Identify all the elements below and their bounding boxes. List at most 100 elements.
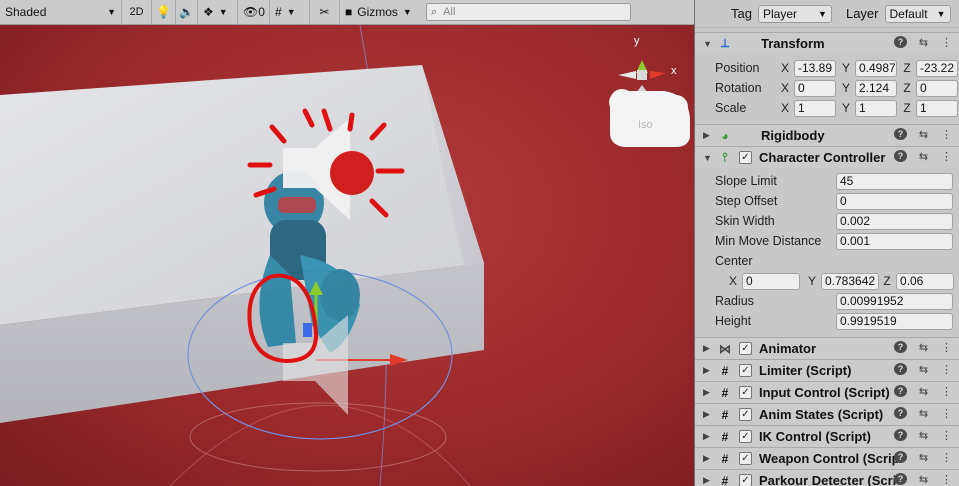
- enabled-checkbox[interactable]: ✓: [739, 342, 752, 355]
- grid-snap-dropdown[interactable]: # ▼: [270, 0, 310, 25]
- foldout-collapsed-icon[interactable]: ▶: [703, 431, 713, 442]
- foldout-collapsed-icon[interactable]: ▶: [703, 453, 713, 464]
- ik-control-script-header[interactable]: ▶ # ✓ IK Control (Script) ? ⇆ ⋮: [695, 425, 959, 447]
- input-control-script-header[interactable]: ▶ # ✓ Input Control (Script) ? ⇆ ⋮: [695, 381, 959, 403]
- presets-icon[interactable]: ⇆: [917, 385, 930, 398]
- scale-row: Scale X 1 Y 1 Z 1: [695, 98, 959, 118]
- center-z-field[interactable]: 0.06: [896, 272, 954, 290]
- presets-icon[interactable]: ⇆: [917, 363, 930, 376]
- rotation-z-field[interactable]: 0: [916, 79, 958, 97]
- help-icon[interactable]: ?: [894, 128, 907, 140]
- foldout-collapsed-icon[interactable]: ▶: [703, 475, 713, 486]
- scene-viewport[interactable]: y x Iso: [0, 25, 694, 486]
- parkour-detecter-script-header[interactable]: ▶ # ✓ Parkour Detecter (Scri ? ⇆ ⋮: [695, 469, 959, 486]
- anim-states-script-header[interactable]: ▶ # ✓ Anim States (Script) ? ⇆ ⋮: [695, 403, 959, 425]
- projection-label[interactable]: Iso: [638, 119, 653, 131]
- presets-icon[interactable]: ⇆: [917, 36, 930, 49]
- presets-icon[interactable]: ⇆: [917, 128, 930, 141]
- min-move-distance-field[interactable]: 0.001: [836, 232, 953, 250]
- gizmos-dropdown[interactable]: ■ Gizmos ▼: [340, 0, 422, 25]
- enabled-checkbox[interactable]: ✓: [739, 452, 752, 465]
- tag-dropdown[interactable]: Player ▼: [757, 4, 832, 23]
- presets-icon[interactable]: ⇆: [917, 150, 930, 163]
- context-menu-icon[interactable]: ⋮: [940, 407, 953, 420]
- context-menu-icon[interactable]: ⋮: [940, 451, 953, 464]
- help-icon[interactable]: ?: [894, 341, 907, 353]
- tag-layer-row: Tag Player ▼ Layer Default ▼: [695, 0, 959, 28]
- context-menu-icon[interactable]: ⋮: [940, 128, 953, 141]
- help-icon[interactable]: ?: [894, 407, 907, 419]
- context-menu-icon[interactable]: ⋮: [940, 363, 953, 376]
- context-menu-icon[interactable]: ⋮: [940, 385, 953, 398]
- help-icon[interactable]: ?: [894, 451, 907, 463]
- character-controller-icon: ⫯: [722, 150, 728, 164]
- slope-limit-field[interactable]: 45: [836, 172, 953, 190]
- context-menu-icon[interactable]: ⋮: [940, 150, 953, 163]
- radius-label: Radius: [715, 294, 754, 308]
- foldout-collapsed-icon[interactable]: ▶: [703, 343, 713, 354]
- help-icon[interactable]: ?: [894, 429, 907, 441]
- help-icon[interactable]: ?: [894, 363, 907, 375]
- help-icon[interactable]: ?: [894, 150, 907, 162]
- rotation-x-field[interactable]: 0: [794, 79, 836, 97]
- enabled-checkbox[interactable]: ✓: [739, 430, 752, 443]
- foldout-collapsed-icon[interactable]: ▶: [703, 387, 713, 398]
- help-icon[interactable]: ?: [894, 36, 907, 48]
- enabled-checkbox[interactable]: ✓: [739, 364, 752, 377]
- help-icon[interactable]: ?: [894, 385, 907, 397]
- lighting-toggle-button[interactable]: 💡: [152, 0, 176, 25]
- help-icon[interactable]: ?: [894, 473, 907, 485]
- tools-button[interactable]: ✂: [310, 0, 340, 25]
- foldout-collapsed-icon[interactable]: ▶: [703, 365, 713, 376]
- enabled-checkbox[interactable]: ✓: [739, 386, 752, 399]
- eye-slash-icon: 👁: [243, 5, 259, 19]
- scale-z-field[interactable]: 1: [916, 99, 958, 117]
- rigidbody-header[interactable]: ▶ ◕ Rigidbody ? ⇆ ⋮: [695, 124, 959, 146]
- presets-icon[interactable]: ⇆: [917, 341, 930, 354]
- context-menu-icon[interactable]: ⋮: [940, 429, 953, 442]
- transform-header[interactable]: ▼ ⟂ Transform ? ⇆ ⋮: [695, 32, 959, 54]
- center-y-field[interactable]: 0.783642: [821, 272, 879, 290]
- scale-x-field[interactable]: 1: [794, 99, 836, 117]
- enabled-checkbox[interactable]: ✓: [739, 151, 752, 164]
- shading-mode-dropdown[interactable]: Shaded ▼: [0, 0, 122, 25]
- foldout-expanded-icon[interactable]: ▼: [703, 39, 713, 49]
- scale-label: Scale: [715, 101, 747, 115]
- effects-dropdown[interactable]: ❖ ▼: [198, 0, 238, 25]
- presets-icon[interactable]: ⇆: [917, 407, 930, 420]
- animator-header[interactable]: ▶ ⋈ ✓ Animator ? ⇆ ⋮: [695, 337, 959, 359]
- context-menu-icon[interactable]: ⋮: [940, 473, 953, 486]
- weapon-control-script-header[interactable]: ▶ # ✓ Weapon Control (Script ? ⇆ ⋮: [695, 447, 959, 469]
- skin-width-field[interactable]: 0.002: [836, 212, 953, 230]
- position-y-field[interactable]: 0.4987: [855, 59, 897, 77]
- foldout-collapsed-icon[interactable]: ▶: [703, 409, 713, 420]
- layer-dropdown[interactable]: Default ▼: [884, 4, 951, 23]
- scene-view[interactable]: Shaded ▼ 2D 💡 🔈 ❖ ▼ 👁 0 # ▼ ✂ ■ Gizmos ▼…: [0, 0, 694, 486]
- scene-search-input[interactable]: ⌕ All: [426, 3, 631, 21]
- center-x-field[interactable]: 0: [742, 272, 800, 290]
- context-menu-icon[interactable]: ⋮: [940, 341, 953, 354]
- scale-y-field[interactable]: 1: [855, 99, 897, 117]
- enabled-checkbox[interactable]: ✓: [739, 408, 752, 421]
- character-controller-header[interactable]: ▼ ⫯ ✓ Character Controller ? ⇆ ⋮: [695, 146, 959, 168]
- presets-icon[interactable]: ⇆: [917, 429, 930, 442]
- step-offset-field[interactable]: 0: [836, 192, 953, 210]
- presets-icon[interactable]: ⇆: [917, 451, 930, 464]
- presets-icon[interactable]: ⇆: [917, 473, 930, 486]
- position-z-field[interactable]: -23.22: [916, 59, 958, 77]
- limiter-script-header[interactable]: ▶ # ✓ Limiter (Script) ? ⇆ ⋮: [695, 359, 959, 381]
- scene-toolbar: Shaded ▼ 2D 💡 🔈 ❖ ▼ 👁 0 # ▼ ✂ ■ Gizmos ▼…: [0, 0, 694, 25]
- context-menu-icon[interactable]: ⋮: [940, 36, 953, 49]
- audio-toggle-button[interactable]: 🔈: [176, 0, 198, 25]
- foldout-expanded-icon[interactable]: ▼: [703, 153, 713, 163]
- enabled-checkbox[interactable]: ✓: [739, 474, 752, 486]
- axis-z-label: Z: [903, 81, 911, 95]
- height-field[interactable]: 0.9919519: [836, 312, 953, 330]
- position-x-field[interactable]: -13.89: [794, 59, 836, 77]
- rotation-y-field[interactable]: 2.124: [855, 79, 897, 97]
- 2d-toggle-button[interactable]: 2D: [122, 0, 152, 25]
- foldout-collapsed-icon[interactable]: ▶: [703, 130, 713, 141]
- radius-field[interactable]: 0.00991952: [836, 292, 953, 310]
- character-controller-title: Character Controller: [759, 150, 886, 165]
- scene-visibility-toggle[interactable]: 👁 0: [238, 0, 270, 25]
